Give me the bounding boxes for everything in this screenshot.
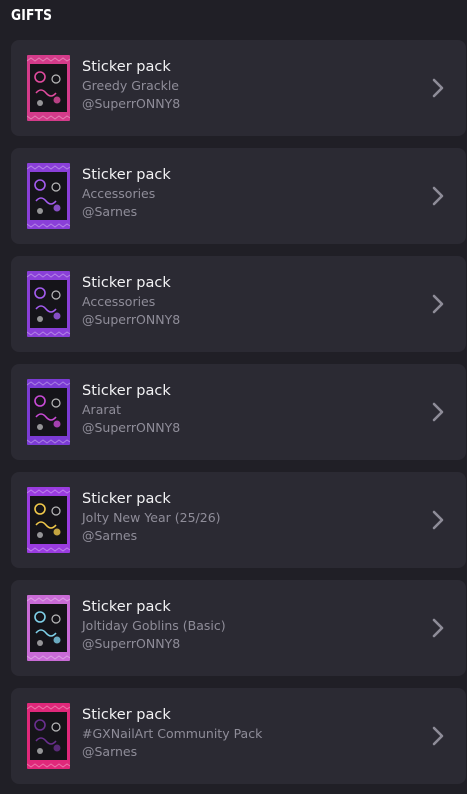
gift-card[interactable]: Sticker pack Jolty New Year (25/26) @Sar… <box>11 472 466 568</box>
gift-title: Sticker pack <box>82 599 171 615</box>
gift-title: Sticker pack <box>82 59 171 75</box>
gift-pack-name: Accessories <box>82 186 156 201</box>
section-title: GIFTS <box>11 6 53 24</box>
sticker-pack-jolty-new-year-icon <box>27 487 70 553</box>
gift-text: Sticker pack Ararat @SuperrONNY8 <box>82 382 416 437</box>
gift-title: Sticker pack <box>82 491 171 507</box>
gifts-page: GIFTS Sticker pack Greedy Grackle @Super… <box>0 0 467 794</box>
chevron-right-icon[interactable] <box>432 618 444 638</box>
gift-text: Sticker pack Accessories @Sarnes <box>82 166 416 221</box>
gift-card[interactable]: Sticker pack Accessories @Sarnes <box>11 148 466 244</box>
sticker-pack-accessories-icon <box>27 163 70 229</box>
gift-title: Sticker pack <box>82 383 171 399</box>
gift-pack-name: #GXNailArt Community Pack <box>82 726 263 741</box>
gift-list: Sticker pack Greedy Grackle @SuperrONNY8… <box>11 40 466 794</box>
gift-title: Sticker pack <box>82 707 171 723</box>
gift-card[interactable]: Sticker pack #GXNailArt Community Pack @… <box>11 688 466 784</box>
gift-card[interactable]: Sticker pack Ararat @SuperrONNY8 <box>11 364 466 460</box>
gift-pack-name: Accessories <box>82 294 156 309</box>
gift-card[interactable]: Sticker pack Accessories @SuperrONNY8 <box>11 256 466 352</box>
gift-title: Sticker pack <box>82 275 171 291</box>
gift-pack-name: Jolty New Year (25/26) <box>82 510 221 525</box>
gift-text: Sticker pack #GXNailArt Community Pack @… <box>82 706 416 761</box>
gift-text: Sticker pack Jolty New Year (25/26) @Sar… <box>82 490 416 545</box>
sticker-pack-accessories-icon <box>27 271 70 337</box>
sticker-pack-ararat-icon <box>27 379 70 445</box>
chevron-right-icon[interactable] <box>432 294 444 314</box>
gift-sender: @SuperrONNY8 <box>82 636 181 651</box>
gift-card[interactable]: Sticker pack Joltiday Goblins (Basic) @S… <box>11 580 466 676</box>
sticker-pack-greedy-grackle-icon <box>27 55 70 121</box>
sticker-pack-joltiday-goblins-icon <box>27 595 70 661</box>
chevron-right-icon[interactable] <box>432 402 444 422</box>
gift-pack-name: Joltiday Goblins (Basic) <box>82 618 226 633</box>
gift-text: Sticker pack Accessories @SuperrONNY8 <box>82 274 416 329</box>
gift-card[interactable]: Sticker pack Greedy Grackle @SuperrONNY8 <box>11 40 466 136</box>
gift-text: Sticker pack Greedy Grackle @SuperrONNY8 <box>82 58 416 113</box>
gift-sender: @Sarnes <box>82 744 138 759</box>
sticker-pack-gxnailart-icon <box>27 703 70 769</box>
gift-sender: @Sarnes <box>82 204 138 219</box>
chevron-right-icon[interactable] <box>432 78 444 98</box>
gift-sender: @SuperrONNY8 <box>82 312 181 327</box>
chevron-right-icon[interactable] <box>432 726 444 746</box>
gift-sender: @SuperrONNY8 <box>82 420 181 435</box>
gift-sender: @SuperrONNY8 <box>82 96 181 111</box>
gift-sender: @Sarnes <box>82 528 138 543</box>
gift-title: Sticker pack <box>82 167 171 183</box>
gift-text: Sticker pack Joltiday Goblins (Basic) @S… <box>82 598 416 653</box>
chevron-right-icon[interactable] <box>432 186 444 206</box>
gift-pack-name: Greedy Grackle <box>82 78 179 93</box>
gift-pack-name: Ararat <box>82 402 122 417</box>
chevron-right-icon[interactable] <box>432 510 444 530</box>
